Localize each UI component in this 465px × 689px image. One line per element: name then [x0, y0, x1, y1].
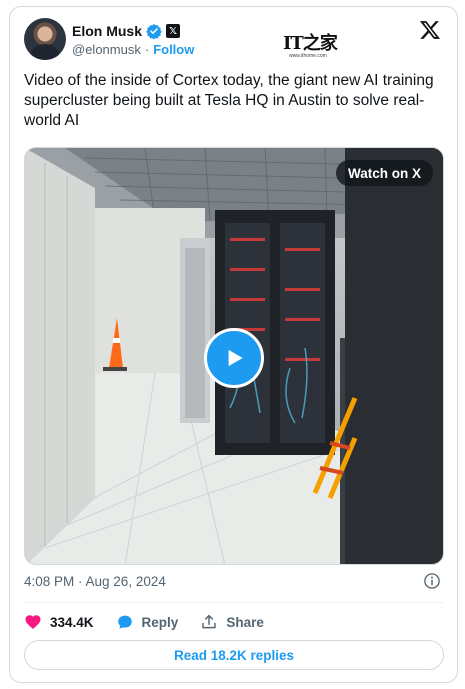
author-name-row: Elon Musk 𝕏: [72, 21, 181, 41]
x-affiliation-icon: 𝕏: [166, 24, 181, 38]
watch-on-x-button[interactable]: Watch on X: [336, 160, 433, 186]
avatar[interactable]: [24, 18, 66, 60]
heart-icon: [25, 615, 41, 629]
tweet-card: Elon Musk 𝕏 @elonmusk · Follow IT之家 www.…: [9, 6, 458, 683]
separator-dot: ·: [144, 42, 150, 57]
x-logo-icon[interactable]: [419, 19, 441, 41]
reply-icon: [117, 615, 132, 629]
action-bar: 334.4K Reply Share: [24, 611, 264, 633]
ithome-watermark: IT之家 www.ithome.com: [283, 29, 345, 65]
play-icon: [228, 349, 243, 367]
info-icon[interactable]: [423, 572, 441, 590]
share-icon: [202, 614, 217, 629]
author-handle[interactable]: @elonmusk: [72, 42, 141, 57]
share-label: Share: [226, 614, 264, 630]
author-name[interactable]: Elon Musk: [72, 23, 142, 39]
handle-row: @elonmusk · Follow: [72, 42, 194, 57]
follow-button[interactable]: Follow: [153, 42, 194, 57]
share-button[interactable]: Share: [200, 613, 264, 631]
reply-button[interactable]: Reply: [116, 613, 179, 631]
tweet-timestamp[interactable]: 4:08 PM · Aug 26, 2024: [24, 574, 166, 589]
ithome-url: www.ithome.com: [289, 53, 327, 59]
divider: [24, 602, 444, 603]
like-button[interactable]: 334.4K: [24, 613, 94, 631]
ithome-logo: IT之家: [283, 33, 338, 54]
verified-badge-icon: [146, 24, 162, 39]
play-button[interactable]: [204, 328, 264, 388]
read-replies-button[interactable]: Read 18.2K replies: [24, 640, 444, 670]
like-count: 334.4K: [50, 614, 94, 630]
tweet-text: Video of the inside of Cortex today, the…: [24, 72, 434, 129]
reply-label: Reply: [141, 614, 179, 630]
video-player[interactable]: Watch on X: [24, 147, 444, 565]
